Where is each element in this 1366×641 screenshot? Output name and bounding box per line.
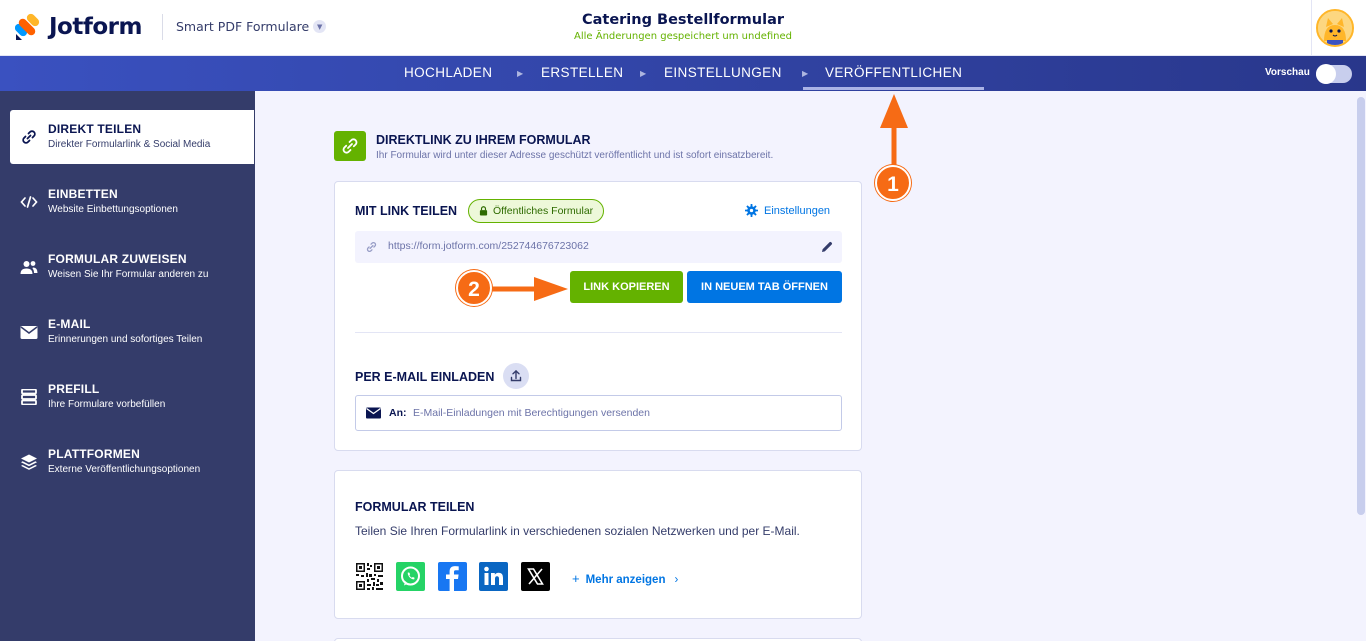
x-button[interactable] [521,562,550,591]
envelope-icon [366,407,381,419]
sidebar-item-subtitle: Direkter Formularlink & Social Media [48,139,211,150]
tab-erstellen[interactable]: ERSTELLEN [541,56,623,91]
chevron-right-icon: ▶ [517,69,524,78]
chevron-down-icon: ▼ [313,20,327,33]
annotation-arrow-up [880,94,908,174]
cat-avatar-icon [1318,11,1352,45]
link-icon [366,242,377,252]
upload-icon [510,370,522,382]
tab-einstellungen[interactable]: EINSTELLUNGEN [664,56,782,91]
avatar-area [1311,0,1366,56]
email-invite-label: PER E-MAIL EINLADEN [355,370,495,384]
link-icon [22,130,36,144]
header-divider [162,14,163,40]
sidebar-item-direkt-teilen[interactable]: DIREKT TEILEN Direkter Formularlink & So… [10,110,254,164]
public-form-badge-label: Öffentliches Formular [493,205,594,217]
form-share-description: Teilen Sie Ihren Formularlink in verschi… [355,524,800,538]
email-invite-field[interactable]: An: E-Mail-Einladungen mit Berechtigunge… [355,395,842,431]
scroll-thumb[interactable] [1357,97,1365,515]
form-url-field[interactable]: https://form.jotform.com/252744676723062 [355,231,842,263]
sidebar-item-title: DIREKT TEILEN [48,122,142,136]
sidebar-item-prefill[interactable]: PREFILL Ihre Formulare vorbefüllen [10,370,254,424]
jotform-logo[interactable]: Jotform [15,13,142,41]
sidebar-item-title: PREFILL [48,382,100,396]
email-to-label: An: [389,407,407,419]
jotform-logo-icon [15,13,40,40]
email-placeholder: E-Mail-Einladungen mit Berechtigungen ve… [413,407,650,419]
product-switcher[interactable]: Smart PDF Formulare ▼ [176,19,327,34]
chevron-right-icon: ▶ [802,69,809,78]
prefill-icon [21,389,37,405]
users-icon [20,261,38,274]
publish-sidebar: DIREKT TEILEN Direkter Formularlink & So… [0,91,255,641]
sidebar-item-subtitle: Externe Veröffentlichungsoptionen [48,464,201,475]
step-2-badge: 2 [456,270,492,306]
upload-button[interactable] [503,363,529,389]
form-title[interactable]: Catering Bestellformular [483,12,883,28]
section-title: DIREKTLINK ZU IHREM FORMULAR [376,133,591,147]
pencil-icon[interactable] [821,241,833,253]
show-more-label: Mehr anzeigen [585,574,666,586]
lock-icon [479,206,488,216]
whatsapp-icon [401,566,420,586]
form-share-card: FORMULAR TEILEN Teilen Sie Ihren Formula… [334,470,862,619]
form-url: https://form.jotform.com/252744676723062 [388,240,589,252]
facebook-button[interactable] [438,562,467,591]
sidebar-item-title: PLATTFORMEN [48,447,140,461]
preview-toggle[interactable] [1316,64,1352,84]
code-icon [20,196,38,208]
open-in-new-tab-button[interactable]: IN NEUEM TAB ÖFFNEN [687,271,842,303]
chevron-right-icon: ▶ [640,69,647,78]
copy-link-button[interactable]: LINK KOPIEREN [570,271,683,303]
section-description: Ihr Formular wird unter dieser Adresse g… [376,150,774,161]
save-status: Alle Änderungen gespeichert um undefined [574,31,792,42]
divider [355,332,842,333]
sidebar-item-subtitle: Ihre Formulare vorbefüllen [48,399,166,410]
step-1-badge: 1 [875,165,911,201]
qr-code-button[interactable] [355,562,384,591]
product-name: Smart PDF Formulare [176,19,310,34]
sidebar-item-title: E-MAIL [48,317,91,331]
scrollbar[interactable] [1356,91,1366,641]
link-icon [342,138,358,154]
brand-name: Jotform [49,14,142,40]
link-share-card: MIT LINK TEILEN Öffentliches Formular Ei… [334,181,862,451]
sidebar-item-formular-zuweisen[interactable]: FORMULAR ZUWEISEN Weisen Sie Ihr Formula… [10,240,254,294]
sidebar-item-subtitle: Website Einbettungsoptionen [48,204,178,215]
tab-veroeffentlichen[interactable]: VERÖFFENTLICHEN [825,56,962,91]
toggle-knob [1316,64,1336,84]
chevron-right-icon: › [674,574,679,586]
avatar[interactable] [1316,9,1354,47]
builder-nav: HOCHLADEN ▶ ERSTELLEN ▶ EINSTELLUNGEN ▶ … [0,56,1366,91]
tab-hochladen[interactable]: HOCHLADEN [404,56,492,91]
x-icon [527,568,544,585]
public-form-badge[interactable]: Öffentliches Formular [468,199,605,223]
sidebar-item-title: EINBETTEN [48,187,118,201]
layers-icon [21,454,37,470]
plus-icon: + [572,571,580,586]
sidebar-item-plattformen[interactable]: PLATTFORMEN Externe Veröffentlichungsopt… [10,435,254,489]
form-share-label: FORMULAR TEILEN [355,500,475,514]
sidebar-item-subtitle: Weisen Sie Ihr Formular anderen zu [48,269,209,280]
show-more-link[interactable]: + Mehr anzeigen › [572,571,678,586]
sidebar-item-subtitle: Erinnerungen und sofortiges Teilen [48,334,203,345]
whatsapp-button[interactable] [396,562,425,591]
linkedin-button[interactable] [479,562,508,591]
linkedin-icon [484,566,503,585]
preview-label: Vorschau [1265,67,1310,78]
settings-link[interactable]: Einstellungen [745,204,830,217]
annotation-arrow-right [492,277,568,301]
direct-link-badge [334,131,366,161]
sidebar-item-e-mail[interactable]: E-MAIL Erinnerungen und sofortiges Teile… [10,305,254,359]
link-share-label: MIT LINK TEILEN [355,204,458,218]
gear-icon [745,204,758,217]
sidebar-item-title: FORMULAR ZUWEISEN [48,252,187,266]
settings-link-label: Einstellungen [764,204,831,217]
qr-code-icon [355,562,384,591]
facebook-icon [446,566,459,591]
sidebar-item-einbetten[interactable]: EINBETTEN Website Einbettungsoptionen [10,175,254,229]
top-header: Jotform Smart PDF Formulare ▼ Catering B… [0,0,1366,56]
envelope-icon [20,326,38,339]
